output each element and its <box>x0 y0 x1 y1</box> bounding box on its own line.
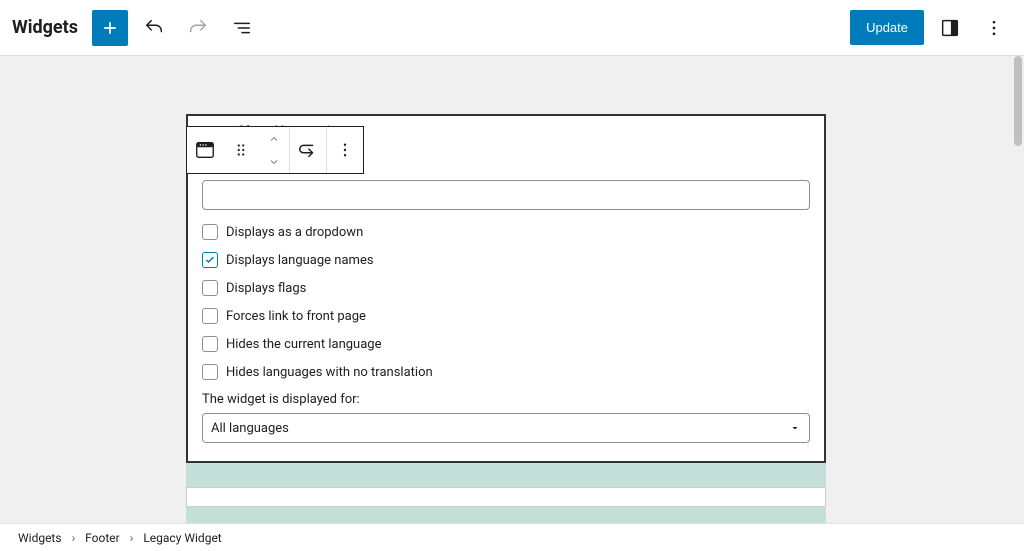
update-button[interactable]: Update <box>850 10 924 45</box>
checkbox[interactable] <box>202 308 218 324</box>
option-label: Hides languages with no translation <box>226 365 433 380</box>
checkbox[interactable] <box>202 364 218 380</box>
option-label: Hides the current language <box>226 337 381 352</box>
breadcrumb-item[interactable]: Footer <box>85 531 120 545</box>
block-more-options[interactable] <box>327 127 363 173</box>
select-value: All languages <box>211 421 289 436</box>
option-label: Displays language names <box>226 253 374 268</box>
options-list: Displays as a dropdown Displays language… <box>202 224 810 380</box>
chevron-right-icon: › <box>130 531 134 545</box>
page-title: Widgets <box>12 17 78 38</box>
option-hide-no-translation: Hides languages with no translation <box>202 364 810 380</box>
chevron-right-icon: › <box>72 531 76 545</box>
breadcrumb-item[interactable]: Legacy Widget <box>143 531 221 545</box>
option-label: Forces link to front page <box>226 309 366 324</box>
list-view-button[interactable] <box>224 10 260 46</box>
move-to-widget-area-button[interactable] <box>290 127 326 173</box>
drag-handle[interactable] <box>223 127 259 173</box>
top-toolbar: Widgets Update <box>0 0 1024 56</box>
widget-area: Ohne Kategorie <box>186 114 826 523</box>
checkbox[interactable] <box>202 336 218 352</box>
block-toolbar <box>186 126 364 174</box>
redo-button[interactable] <box>180 10 216 46</box>
more-options-button[interactable] <box>976 10 1012 46</box>
chevron-down-icon <box>789 422 801 434</box>
option-names: Displays language names <box>202 252 810 268</box>
option-label: Displays as a dropdown <box>226 225 363 240</box>
add-block-button[interactable] <box>92 10 128 46</box>
option-dropdown: Displays as a dropdown <box>202 224 810 240</box>
breadcrumb-item[interactable]: Widgets <box>18 531 62 545</box>
move-up-button[interactable] <box>259 127 289 150</box>
scrollbar-track[interactable] <box>1012 56 1024 523</box>
option-front-page: Forces link to front page <box>202 308 810 324</box>
option-flags: Displays flags <box>202 280 810 296</box>
block-type-icon[interactable] <box>187 127 223 173</box>
displayed-for-label: The widget is displayed for: <box>202 392 810 407</box>
scrollbar-thumb[interactable] <box>1014 56 1022 146</box>
checkbox[interactable] <box>202 224 218 240</box>
checkbox[interactable] <box>202 252 218 268</box>
next-block-peek <box>186 487 826 507</box>
option-label: Displays flags <box>226 281 306 296</box>
breadcrumb: Widgets › Footer › Legacy Widget <box>0 523 1024 551</box>
undo-button[interactable] <box>136 10 172 46</box>
displayed-for-select[interactable]: All languages <box>202 413 810 443</box>
title-input[interactable] <box>202 180 810 210</box>
editor-canvas[interactable]: Ohne Kategorie <box>0 56 1012 523</box>
option-hide-current: Hides the current language <box>202 336 810 352</box>
settings-panel-toggle[interactable] <box>932 10 968 46</box>
checkbox[interactable] <box>202 280 218 296</box>
move-down-button[interactable] <box>259 150 289 173</box>
